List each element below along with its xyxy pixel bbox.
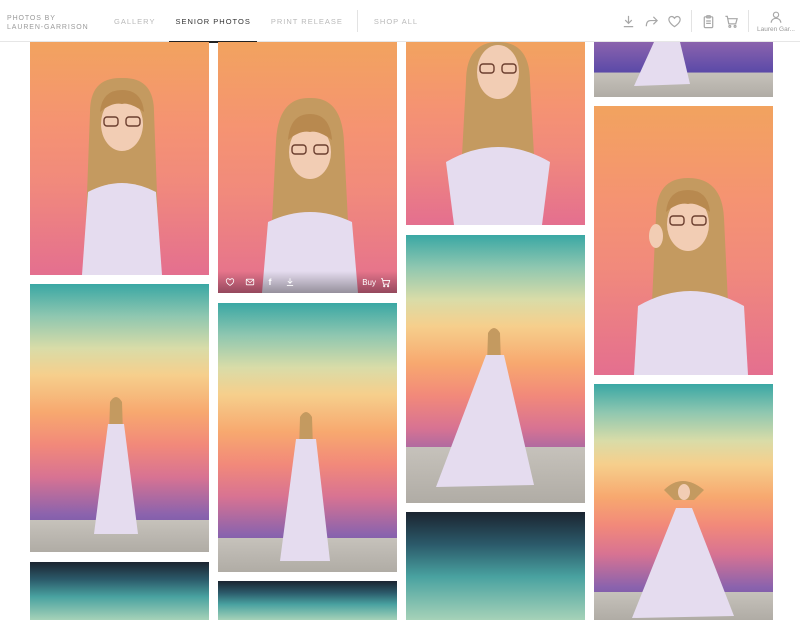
cart-icon: [381, 277, 391, 287]
favorite-photo-button[interactable]: [224, 276, 236, 288]
photo-thumbnail[interactable]: [30, 562, 209, 620]
cart-icon: [725, 15, 738, 28]
buy-button[interactable]: Buy: [362, 277, 391, 288]
tab-print-release[interactable]: PRINT RELEASE: [265, 0, 349, 42]
cart-button[interactable]: [721, 11, 742, 32]
photo-thumbnail[interactable]: f Buy: [218, 42, 397, 293]
full-length-subject: [94, 397, 138, 534]
portrait-subject: [262, 97, 358, 293]
facebook-share-button[interactable]: f: [264, 276, 276, 288]
photo-thumbnail[interactable]: [406, 42, 585, 225]
download-icon: [286, 278, 294, 286]
favorite-icon: [668, 15, 681, 27]
photo-thumbnail[interactable]: [594, 384, 773, 620]
photo-thumbnail[interactable]: [594, 106, 773, 375]
photo-thumbnail[interactable]: [30, 284, 209, 552]
download-all-button[interactable]: [618, 11, 639, 32]
tab-senior-photos[interactable]: SENIOR PHOTOS: [169, 0, 258, 43]
toolbar: Lauren Gar...: [617, 0, 800, 42]
photo-thumbnail[interactable]: [406, 235, 585, 503]
full-length-subject: [436, 328, 534, 487]
portrait-subject: [634, 178, 748, 375]
tab-gallery[interactable]: GALLERY: [108, 0, 161, 42]
download-icon: [623, 15, 634, 27]
portrait-subject: [82, 77, 162, 275]
photo-thumbnail[interactable]: [218, 581, 397, 620]
brand-line-1: PHOTOS BY: [7, 15, 56, 22]
brand-logo[interactable]: PHOTOS BY LAUREN-GARRISON: [7, 14, 89, 32]
user-menu[interactable]: Lauren Gar...: [754, 0, 798, 42]
share-icon: [645, 15, 658, 26]
share-button[interactable]: [641, 11, 662, 32]
buy-label: Buy: [362, 277, 376, 287]
top-bar: PHOTOS BY LAUREN-GARRISON GALLERY SENIOR…: [0, 0, 800, 43]
toolbar-divider: [691, 10, 692, 32]
orders-button[interactable]: [698, 11, 719, 32]
photo-thumbnail[interactable]: [406, 512, 585, 620]
facebook-icon: f: [268, 277, 272, 287]
toolbar-divider: [748, 10, 749, 32]
user-icon: [770, 11, 782, 23]
brand-line-2: LAUREN-GARRISON: [7, 24, 89, 31]
email-photo-button[interactable]: [244, 276, 256, 288]
email-icon: [245, 278, 255, 286]
full-length-subject: [634, 42, 690, 86]
download-photo-button[interactable]: [284, 276, 296, 288]
portrait-subject: [446, 42, 550, 225]
user-name-label: Lauren Gar...: [757, 25, 795, 33]
favorites-button[interactable]: [664, 11, 685, 32]
photo-thumbnail[interactable]: [30, 42, 209, 275]
photo-thumbnail[interactable]: [218, 303, 397, 572]
heart-icon: [225, 278, 235, 286]
full-length-subject: [280, 412, 330, 561]
gallery-nav: GALLERY SENIOR PHOTOS PRINT RELEASE SHOP…: [108, 0, 432, 43]
photo-action-bar: f Buy: [218, 271, 397, 293]
clipboard-icon: [703, 14, 714, 28]
full-length-subject: [632, 481, 734, 618]
photo-thumbnail[interactable]: [594, 42, 773, 97]
tab-shop-all[interactable]: SHOP ALL: [368, 0, 424, 42]
nav-divider: [356, 10, 358, 32]
